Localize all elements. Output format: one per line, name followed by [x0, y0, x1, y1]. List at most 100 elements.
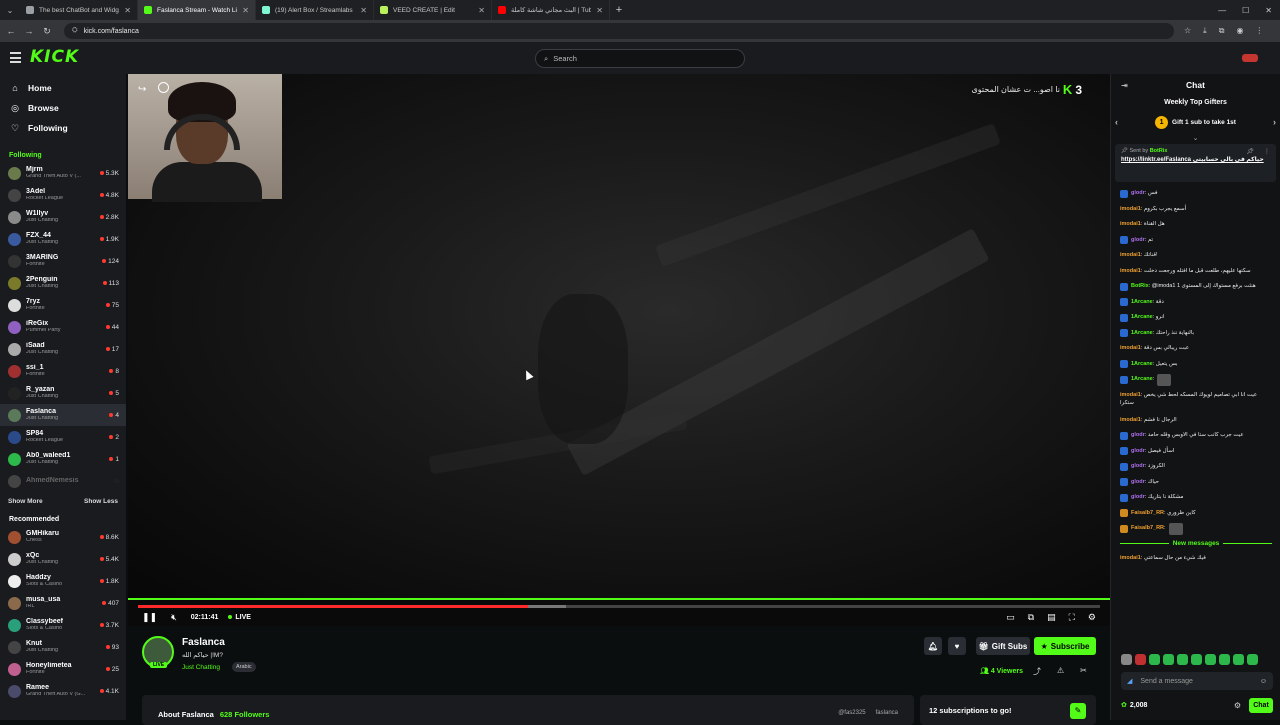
browser-tab[interactable]: البث مجاني شاشة كاملة | Tube ✕	[492, 0, 610, 20]
chevron-right-icon[interactable]: ›	[1273, 117, 1276, 127]
chat-username[interactable]: glodr	[1131, 432, 1145, 438]
sidebar-channel[interactable]: iSaad Just Chatting 17	[0, 338, 126, 360]
sidebar-channel[interactable]: R_yazan Just Chatting 5	[0, 382, 126, 404]
chat-username[interactable]: 1Arcane	[1131, 376, 1153, 382]
chat-username[interactable]: Faisalb7_RR	[1131, 510, 1164, 516]
social-link-2[interactable]: faslanca	[876, 710, 898, 725]
minimize-icon[interactable]: —	[1218, 6, 1226, 15]
share-icon[interactable]: ⤴	[1033, 666, 1041, 677]
forward-icon[interactable]: →	[22, 26, 36, 36]
clip-icon[interactable]: ✂	[1080, 666, 1087, 677]
sidebar-nav-home[interactable]: ⌂ Home	[0, 78, 126, 98]
show-more-button[interactable]: Show More	[8, 498, 43, 505]
chat-username[interactable]: imodai1	[1120, 392, 1141, 398]
menu-icon[interactable]: ⋮	[1255, 26, 1263, 36]
chat-username[interactable]: glodr	[1131, 494, 1145, 500]
sidebar-channel[interactable]: iReGix Pummel Party 44	[0, 316, 126, 338]
chat-username[interactable]: 1Arcane	[1131, 330, 1153, 336]
emote-icon[interactable]	[1191, 654, 1202, 665]
chat-username[interactable]: imodai1	[1120, 268, 1141, 274]
notification-bell-icon[interactable]: 🔔︎	[924, 637, 942, 655]
chat-message-input[interactable]: ◢ Send a message ☺	[1121, 672, 1273, 690]
sidebar-channel[interactable]: Faslanca Just Chatting 4	[0, 404, 126, 426]
sidebar-channel[interactable]: Knut Just Chatting 93	[0, 636, 126, 658]
follow-heart-icon[interactable]: ♥	[948, 637, 966, 655]
emote-icon[interactable]	[1177, 654, 1188, 665]
chevron-down-icon[interactable]: ⌄	[1111, 134, 1280, 144]
theater-mode-icon[interactable]: ▭	[1006, 612, 1015, 623]
emote-icon[interactable]	[1247, 654, 1258, 665]
close-tab-icon[interactable]: ✕	[124, 6, 131, 15]
pause-icon[interactable]: ❚❚	[142, 612, 157, 623]
new-tab-button[interactable]: +	[610, 4, 628, 16]
emote-icon[interactable]	[1219, 654, 1230, 665]
chat-username[interactable]: glodr	[1131, 190, 1145, 196]
sidebar-channel[interactable]: 3Adel Rocket League 4.8K	[0, 184, 126, 206]
pin-icon[interactable]: 📌︎	[1246, 148, 1254, 155]
close-window-icon[interactable]: ✕	[1265, 6, 1272, 15]
settings-gear-icon[interactable]: ⚙	[1088, 612, 1096, 623]
emote-icon[interactable]	[1163, 654, 1174, 665]
chat-username[interactable]: BotRix	[1131, 283, 1149, 289]
reload-icon[interactable]: ↻	[40, 26, 54, 37]
sidebar-channel[interactable]: Ramee Grand Theft Auto V (G... 4.1K	[0, 680, 126, 702]
emote-icon[interactable]	[1233, 654, 1244, 665]
sidebar-channel[interactable]: Haddzy Slots & Casino 1.8K	[0, 570, 126, 592]
show-less-button[interactable]: Show Less	[84, 498, 118, 505]
sidebar-channel[interactable]: SP84 Rocket League 2	[0, 426, 126, 448]
emote-icon[interactable]	[1149, 654, 1160, 665]
close-tab-icon[interactable]: ✕	[242, 6, 249, 15]
live-indicator[interactable]: LIVE	[228, 614, 251, 621]
extensions-icon[interactable]: ⧉	[1219, 26, 1225, 36]
fullscreen-icon[interactable]: ⛶	[1069, 612, 1075, 623]
close-tab-icon[interactable]: ✕	[478, 6, 485, 15]
send-chat-button[interactable]: Chat	[1249, 697, 1273, 713]
streamer-name[interactable]: Faslanca	[182, 637, 225, 648]
clip-icon[interactable]: ▤	[1047, 612, 1056, 623]
chat-username[interactable]: Faisalb7_RR	[1131, 525, 1164, 531]
subscribe-button[interactable]: ★ Subscribe	[1034, 637, 1096, 655]
sidebar-channel[interactable]: Honeylimetea Fortnite 25	[0, 658, 126, 680]
site-info-icon[interactable]: ⛭	[72, 27, 78, 35]
pinned-link[interactable]: https://linktr.ee/Faslanca حياكم في بالي…	[1121, 157, 1270, 165]
sidebar-channel-offline[interactable]: AhmedNemesis ◌	[0, 470, 126, 492]
emote-icon[interactable]	[1205, 654, 1216, 665]
pinned-username[interactable]: BotRix	[1150, 148, 1168, 154]
kick-logo[interactable]: KICK	[30, 47, 79, 67]
sidebar-channel[interactable]: 3MARING Fortnite 124	[0, 250, 126, 272]
video-player[interactable]: ↪ نا اصو... ت عشان المحتوى K 3 ❚❚ 🔇︎ 02:…	[128, 74, 1110, 626]
chat-username[interactable]: imodai1	[1120, 206, 1141, 212]
sidebar-nav-browse[interactable]: ◎ Browse	[0, 98, 126, 118]
sidebar-channel[interactable]: GMHikaru Chess 8.6K	[0, 526, 126, 548]
chat-username[interactable]: glodr	[1131, 448, 1145, 454]
report-icon[interactable]: ⚠	[1057, 666, 1064, 677]
profile-icon[interactable]: ◉	[1236, 26, 1243, 36]
chat-username[interactable]: 1Arcane	[1131, 361, 1153, 367]
url-field[interactable]: ⛭ kick.com/faslanca	[64, 23, 1174, 39]
collapse-chat-icon[interactable]: ⇥	[1121, 81, 1128, 90]
sidebar-channel[interactable]: W1llyv Just Chatting 2.8K	[0, 206, 126, 228]
bookmark-star-icon[interactable]: ☆	[1184, 26, 1191, 36]
more-options-icon[interactable]: ⋮	[1264, 148, 1270, 155]
gift-subs-button[interactable]: 🎁︎ Gift Subs	[976, 637, 1030, 655]
chevron-left-icon[interactable]: ‹	[1115, 117, 1118, 127]
maximize-icon[interactable]: ☐	[1242, 6, 1249, 15]
emote-icon[interactable]	[1135, 654, 1146, 665]
chat-settings-icon[interactable]: ⚙	[1234, 701, 1241, 710]
share-icon[interactable]: ↪	[138, 84, 146, 95]
chat-username[interactable]: glodr	[1131, 237, 1145, 243]
clock-icon[interactable]	[158, 82, 169, 93]
botrix-icon[interactable]: ◢	[1127, 677, 1132, 685]
mute-icon[interactable]: 🔇︎	[171, 612, 177, 623]
chat-username[interactable]: imodai1	[1120, 555, 1141, 561]
sidebar-channel[interactable]: Mjrm Grand Theft Auto V (... 5.3K	[0, 162, 126, 184]
sidebar-channel[interactable]: Ab0_waleed1 Just Chatting 1	[0, 448, 126, 470]
chat-username[interactable]: glodr	[1131, 463, 1145, 469]
sidebar-nav-following[interactable]: ♡ Following	[0, 118, 126, 138]
chat-username[interactable]: glodr	[1131, 479, 1145, 485]
tab-search-icon[interactable]: ⌄	[0, 6, 20, 15]
emote-icon[interactable]	[1121, 654, 1132, 665]
search-input[interactable]: ⌕ Search	[535, 49, 745, 68]
browser-tab[interactable]: (19) Alert Box / Streamlabs ✕	[256, 0, 374, 20]
download-icon[interactable]: ⤓	[1203, 26, 1207, 36]
